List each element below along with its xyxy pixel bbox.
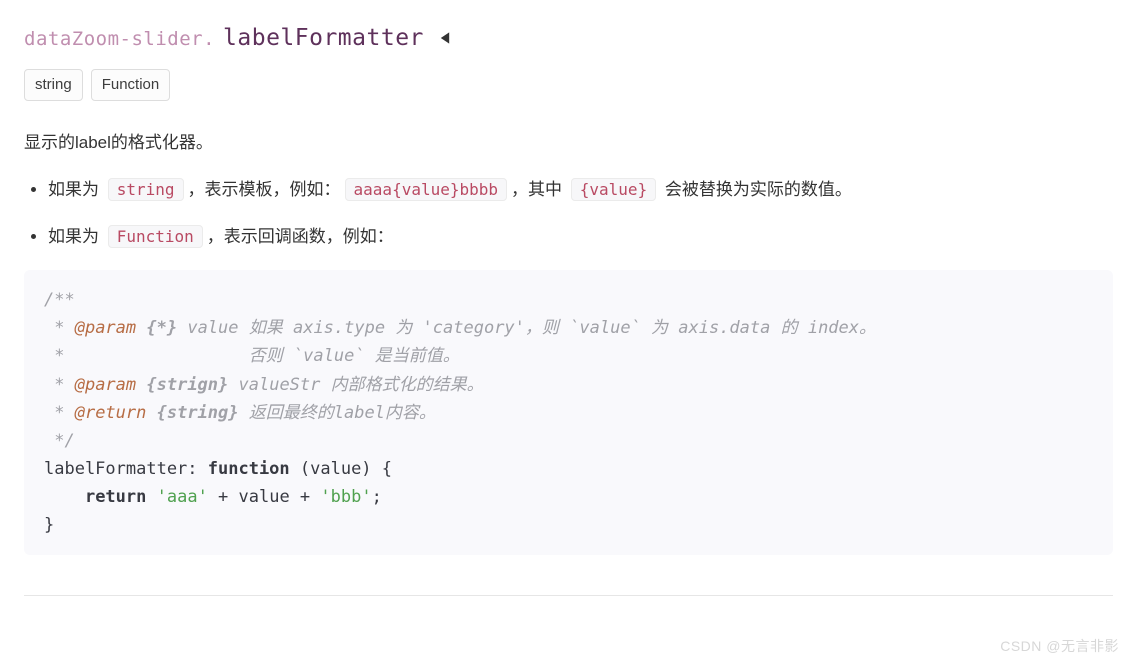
inline-code: {value}	[571, 178, 656, 201]
code-comment: *	[44, 403, 75, 423]
code-comment: value 如果 axis.type 为 'category'，则 `value…	[177, 318, 876, 338]
inline-code: Function	[108, 225, 203, 248]
description-points: 如果为 string，表示模板，例如：aaaa{value}bbbb，其中 {v…	[24, 176, 1113, 250]
code-text: labelFormatter:	[44, 459, 208, 479]
code-string: 'aaa'	[157, 487, 208, 507]
jsdoc-tag: @param	[75, 375, 136, 395]
property-name: labelFormatter	[223, 20, 424, 57]
code-comment: */	[44, 431, 75, 451]
text: ，表示回调函数，例如：	[207, 227, 394, 246]
code-keyword: function	[208, 459, 290, 479]
breadcrumb[interactable]: dataZoom-slider.	[24, 24, 215, 54]
code-text: }	[44, 515, 54, 535]
code-comment: *	[44, 318, 75, 338]
jsdoc-type: {*}	[136, 318, 177, 338]
text: 会被替换为实际的数值。	[660, 180, 852, 199]
type-tag-string: string	[24, 69, 83, 101]
text: ，表示模板，例如：	[188, 180, 341, 199]
code-comment: 返回最终的label内容。	[239, 403, 436, 423]
watermark: CSDN @无言非影	[1000, 635, 1119, 657]
code-text	[146, 487, 156, 507]
doc-header: dataZoom-slider. labelFormatter	[24, 20, 1113, 57]
divider	[24, 595, 1113, 596]
list-item: 如果为 string，表示模板，例如：aaaa{value}bbbb，其中 {v…	[48, 176, 1113, 203]
jsdoc-type: {string}	[146, 403, 238, 423]
list-item: 如果为 Function，表示回调函数，例如：	[48, 223, 1113, 250]
code-text: ;	[372, 487, 382, 507]
collapse-icon[interactable]	[438, 31, 452, 45]
code-text: + value +	[208, 487, 321, 507]
code-comment: * 否则 `value` 是当前值。	[44, 346, 460, 366]
jsdoc-tag: @param	[75, 318, 136, 338]
code-comment: *	[44, 375, 75, 395]
code-text	[44, 487, 85, 507]
text: 如果为	[48, 180, 104, 199]
jsdoc-tag: @return	[75, 403, 147, 423]
code-comment: /**	[44, 290, 75, 310]
code-comment: valueStr 内部格式化的结果。	[228, 375, 483, 395]
type-tags: string Function	[24, 69, 1113, 101]
inline-code: string	[108, 178, 184, 201]
code-block: /** * @param {*} value 如果 axis.type 为 'c…	[24, 270, 1113, 554]
text: 如果为	[48, 227, 104, 246]
description: 显示的label的格式化器。	[24, 129, 1113, 156]
code-string: 'bbb'	[320, 487, 371, 507]
text: ，其中	[511, 180, 567, 199]
code-text: (value) {	[290, 459, 392, 479]
jsdoc-type: {strign}	[136, 375, 228, 395]
inline-code: aaaa{value}bbbb	[345, 178, 508, 201]
type-tag-function: Function	[91, 69, 171, 101]
code-keyword: return	[85, 487, 146, 507]
